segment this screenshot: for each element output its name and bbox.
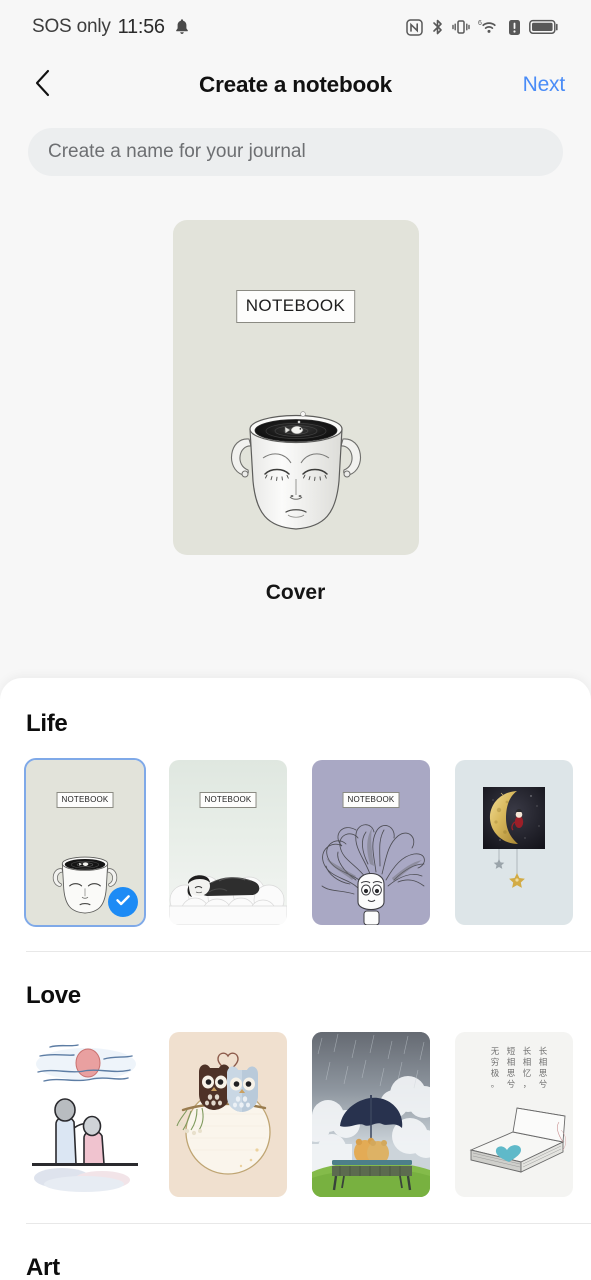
nav-bar: Create a notebook Next [0, 54, 591, 116]
svg-text:6: 6 [478, 20, 482, 27]
cover-picker-sheet: Life NOTEBOOK NOTEBOOK NOTEBOOK Love 长 相… [0, 678, 591, 1280]
svg-text:相: 相 [523, 1057, 532, 1067]
notebook-tag: NOTEBOOK [235, 290, 356, 323]
next-button[interactable]: Next [523, 73, 566, 97]
svg-text:思: 思 [539, 1068, 548, 1078]
svg-text:兮: 兮 [507, 1079, 516, 1089]
svg-text:极: 极 [491, 1068, 500, 1078]
svg-text:相: 相 [539, 1057, 548, 1067]
carrier-label: SOS only [32, 16, 111, 37]
battery-icon [529, 19, 559, 35]
alert-icon [508, 19, 521, 36]
clock-label: 11:56 [117, 15, 165, 38]
status-bar: SOS only 11:56 6 [0, 0, 591, 54]
cover-thumb-life-4[interactable] [455, 760, 573, 925]
cover-thumb-love-2[interactable] [169, 1032, 287, 1197]
cover-thumb-love-4[interactable]: 长相思兮 长相忆， 短相思兮 无穷极。 [455, 1032, 573, 1197]
svg-text:兮: 兮 [539, 1079, 548, 1089]
cover-preview-card[interactable]: NOTEBOOK [172, 220, 419, 555]
section-title-love: Love [26, 982, 81, 1009]
selected-check-badge [108, 887, 138, 917]
cover-preview-area: NOTEBOOK Cover [0, 176, 591, 605]
cover-thumb-life-3[interactable]: NOTEBOOK [312, 760, 430, 925]
section-title-art: Art [26, 1254, 60, 1280]
svg-text:长: 长 [539, 1046, 548, 1056]
svg-text:相: 相 [507, 1057, 516, 1067]
chevron-left-icon [32, 68, 54, 103]
cover-thumb-love-3[interactable] [312, 1032, 430, 1197]
cover-section-label: Cover [265, 581, 326, 604]
check-icon [114, 891, 132, 914]
svg-text:短: 短 [507, 1046, 516, 1056]
face-cup-fish-art [221, 373, 371, 533]
svg-text:。: 。 [491, 1079, 500, 1089]
section-art: Art [0, 1224, 591, 1280]
wifi6-icon: 6 [478, 18, 500, 36]
bluetooth-icon [431, 18, 444, 36]
page-title: Create a notebook [199, 72, 392, 97]
cover-thumb-love-1[interactable] [26, 1032, 144, 1197]
nfc-icon [406, 18, 423, 36]
svg-text:长: 长 [523, 1046, 532, 1056]
back-button[interactable] [26, 68, 60, 102]
cover-thumb-life-1[interactable]: NOTEBOOK [24, 758, 146, 927]
svg-text:，: ， [523, 1079, 532, 1089]
bell-icon [174, 18, 190, 36]
journal-name-input[interactable] [28, 128, 563, 176]
svg-text:思: 思 [507, 1068, 516, 1078]
name-field-container [0, 116, 591, 176]
svg-text:无: 无 [491, 1046, 500, 1056]
status-bar-left: SOS only 11:56 [32, 16, 190, 39]
cover-thumb-life-2[interactable]: NOTEBOOK [169, 760, 287, 925]
cover-row-life: NOTEBOOK NOTEBOOK NOTEBOOK [0, 738, 591, 951]
section-title-life: Life [26, 710, 68, 737]
notebook-tag: NOTEBOOK [56, 792, 114, 808]
svg-text:穷: 穷 [491, 1057, 500, 1067]
vibrate-icon [452, 18, 470, 36]
section-love: Love 长 相 思 兮 长 相 忆 ， 短 相 思 兮 无 穷 极 。 [0, 952, 591, 1224]
section-life: Life NOTEBOOK NOTEBOOK NOTEBOOK [0, 678, 591, 952]
cover-row-love: 长相思兮 长相忆， 短相思兮 无穷极。 [0, 1010, 591, 1223]
status-bar-right: 6 [406, 18, 559, 36]
svg-text:忆: 忆 [523, 1068, 532, 1078]
